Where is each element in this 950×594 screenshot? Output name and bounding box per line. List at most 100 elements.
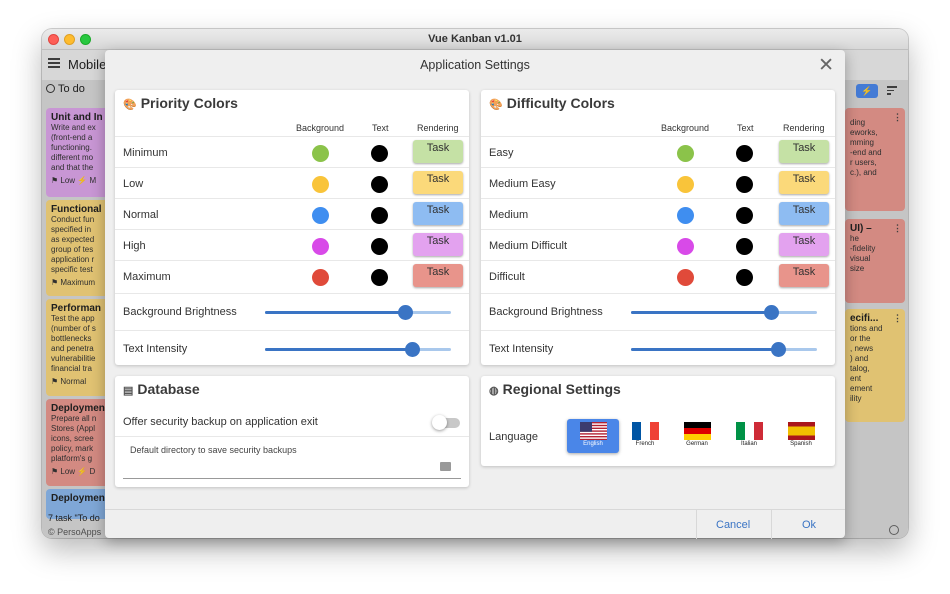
priority-title: 🎨 Priority Colors	[123, 95, 238, 111]
row-label: High	[123, 240, 146, 252]
text-color-swatch[interactable]	[736, 269, 753, 286]
folder-icon[interactable]	[440, 462, 451, 471]
regional-title-text: Regional Settings	[502, 381, 621, 397]
rendering-preview: Task	[779, 202, 829, 225]
priority-intensity-row: Text Intensity	[115, 330, 469, 365]
slider-thumb[interactable]	[770, 342, 786, 357]
rendering-preview: Task	[413, 171, 463, 194]
slider-fill	[265, 348, 412, 351]
database-title-text: Database	[137, 381, 200, 397]
row-label: Difficult	[489, 271, 525, 283]
difficulty-row: Medium Task	[481, 198, 835, 229]
text-color-swatch[interactable]	[736, 176, 753, 193]
globe-icon: ◍	[489, 385, 499, 397]
divider	[771, 510, 772, 539]
row-label: Medium Easy	[489, 178, 556, 190]
difficulty-title: 🎨 Difficulty Colors	[489, 95, 615, 111]
priority-row: High Task	[115, 229, 469, 260]
row-label: Medium	[489, 209, 529, 221]
close-icon[interactable]: ✕	[818, 56, 834, 75]
regional-settings-panel: ◍ Regional Settings Language English Frenc…	[481, 376, 835, 466]
text-header: Text	[737, 123, 754, 133]
rendering-preview: Task	[779, 171, 829, 194]
background-color-swatch[interactable]	[677, 176, 694, 193]
divider	[115, 436, 469, 437]
slider-fill	[631, 348, 778, 351]
cancel-button[interactable]: Cancel	[716, 519, 750, 531]
difficulty-colors-panel: 🎨 Difficulty Colors Background Text Rende…	[481, 90, 835, 365]
divider	[696, 510, 697, 539]
background-color-swatch[interactable]	[312, 238, 329, 255]
row-label: Low	[123, 178, 144, 190]
language-french-button[interactable]: French	[619, 419, 671, 453]
background-color-swatch[interactable]	[312, 145, 329, 162]
rendering-preview: Task	[779, 264, 829, 287]
rendering-preview: Task	[779, 140, 829, 163]
priority-title-text: Priority Colors	[140, 95, 238, 111]
text-color-swatch[interactable]	[736, 238, 753, 255]
rendering-preview: Task	[413, 264, 463, 287]
language-spanish-button[interactable]: Spanish	[775, 419, 827, 453]
language-name: French	[635, 441, 655, 447]
background-color-swatch[interactable]	[312, 176, 329, 193]
palette-icon: 🎨	[123, 99, 137, 111]
backup-toggle[interactable]	[432, 415, 460, 430]
language-italian-button[interactable]: Italian	[723, 419, 775, 453]
priority-brightness-slider[interactable]	[265, 305, 451, 320]
slider-fill	[631, 311, 771, 314]
language-german-button[interactable]: German	[671, 419, 723, 453]
background-color-swatch[interactable]	[677, 238, 694, 255]
rendering-preview: Task	[413, 140, 463, 163]
database-title: ▤ Database	[123, 381, 200, 397]
difficulty-intensity-slider[interactable]	[631, 342, 817, 357]
difficulty-brightness-row: Background Brightness	[481, 293, 835, 330]
slider-thumb[interactable]	[404, 342, 420, 357]
toggle-knob	[432, 415, 447, 430]
background-color-swatch[interactable]	[677, 145, 694, 162]
difficulty-brightness-slider[interactable]	[631, 305, 817, 320]
language-name: Spanish	[790, 441, 812, 447]
text-header: Text	[372, 123, 389, 133]
text-color-swatch[interactable]	[371, 238, 388, 255]
language-name: English	[583, 441, 603, 447]
priority-row: Minimum Task	[115, 136, 469, 167]
text-color-swatch[interactable]	[371, 145, 388, 162]
row-label: Minimum	[123, 147, 168, 159]
background-color-swatch[interactable]	[312, 207, 329, 224]
row-label: Easy	[489, 147, 514, 159]
window-title: Vue Kanban v1.01	[428, 33, 522, 45]
rendering-preview: Task	[413, 202, 463, 225]
difficulty-intensity-row: Text Intensity	[481, 330, 835, 365]
text-color-swatch[interactable]	[371, 269, 388, 286]
rendering-header: Rendering	[783, 123, 825, 133]
difficulty-row: Difficult Task	[481, 260, 835, 291]
rendering-header: Rendering	[417, 123, 459, 133]
background-color-swatch[interactable]	[677, 207, 694, 224]
language-english-button[interactable]: English	[567, 419, 619, 453]
difficulty-row: Medium Difficult Task	[481, 229, 835, 260]
text-color-swatch[interactable]	[736, 207, 753, 224]
row-label: Medium Difficult	[489, 240, 568, 252]
settings-dialog: Application Settings ✕ 🎨 Priority Colors …	[105, 50, 845, 539]
background-color-swatch[interactable]	[312, 269, 329, 286]
text-color-swatch[interactable]	[371, 207, 388, 224]
slider-thumb[interactable]	[763, 305, 779, 320]
ok-button[interactable]: Ok	[802, 519, 816, 531]
backup-label: Offer security backup on application exi…	[123, 416, 318, 428]
palette-icon: 🎨	[489, 99, 503, 111]
directory-input[interactable]	[123, 456, 461, 479]
priority-intensity-label: Text Intensity	[123, 343, 188, 355]
difficulty-row: Easy Task	[481, 136, 835, 167]
slider-thumb[interactable]	[397, 305, 413, 320]
difficulty-brightness-label: Background Brightness	[489, 306, 603, 318]
background-header: Background	[661, 123, 710, 133]
text-color-swatch[interactable]	[371, 176, 388, 193]
priority-intensity-slider[interactable]	[265, 342, 451, 357]
background-color-swatch[interactable]	[677, 269, 694, 286]
dialog-actions: Cancel Ok	[105, 509, 845, 539]
text-color-swatch[interactable]	[736, 145, 753, 162]
priority-brightness-row: Background Brightness	[115, 293, 469, 330]
regional-title: ◍ Regional Settings	[489, 381, 621, 397]
language-label: Language	[489, 431, 538, 443]
title-bar: Vue Kanban v1.01	[42, 29, 908, 50]
